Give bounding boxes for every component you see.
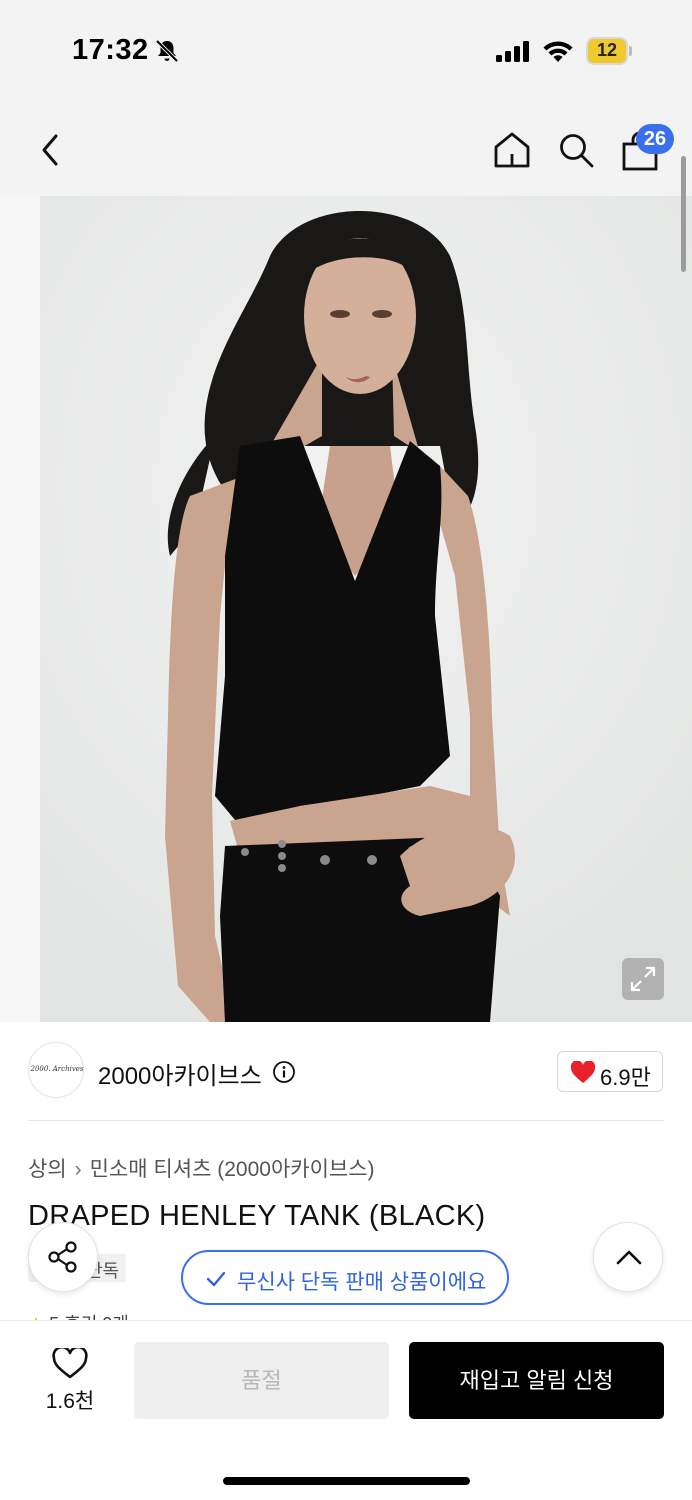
heart-outline-icon[interactable] [52, 1348, 88, 1380]
share-icon [48, 1241, 77, 1273]
soldout-button[interactable]: 품절 [134, 1342, 389, 1419]
home-indicator[interactable] [223, 1477, 470, 1485]
info-icon[interactable] [272, 1060, 296, 1084]
bottom-action-bar: 1.6천 품절 재입고 알림 신청 [0, 1320, 692, 1500]
exclusive-banner: 무신사 단독 판매 상품이에요 [181, 1250, 509, 1305]
expand-image-button[interactable] [622, 958, 664, 1000]
image-scrollbar[interactable] [681, 156, 686, 272]
bell-muted-icon [155, 39, 179, 63]
battery-level: 12 [596, 40, 618, 60]
wish-count: 1.6천 [45, 1390, 95, 1413]
heart-filled-icon [570, 1061, 596, 1083]
product-image[interactable] [0, 196, 692, 1022]
check-icon [206, 1271, 226, 1287]
breadcrumb-category[interactable]: 상의 [28, 1158, 67, 1181]
restock-alert-button[interactable]: 재입고 알림 신청 [409, 1342, 664, 1419]
brand-like-count: 6.9만 [600, 1065, 651, 1090]
status-bar: 17:32 12 [0, 0, 692, 100]
scroll-to-top-button[interactable] [593, 1222, 663, 1292]
exclusive-banner-text: 무신사 단독 판매 상품이에요 [237, 1271, 487, 1294]
top-nav: 26 [0, 100, 692, 196]
expand-icon [630, 966, 656, 992]
divider [28, 1120, 664, 1121]
brand-like-button[interactable]: 6.9만 [557, 1051, 663, 1092]
cellular-signal-icon [496, 41, 529, 62]
status-time: 17:32 [72, 34, 149, 66]
search-icon[interactable] [556, 130, 596, 170]
share-button[interactable] [28, 1222, 98, 1292]
brand-name[interactable]: 2000아카이브스 [98, 1056, 262, 1091]
back-arrow-icon[interactable] [34, 130, 66, 170]
battery-nub [629, 46, 632, 56]
breadcrumb-subcategory[interactable]: 민소매 티셔츠 (2000아카이브스) [90, 1158, 375, 1181]
chevron-right-icon: › [74, 1158, 82, 1181]
cart-count-badge: 26 [636, 124, 674, 154]
model-photo [0, 196, 692, 1022]
chevron-up-icon [616, 1250, 642, 1265]
brand-logo[interactable]: 2000. Archives [28, 1042, 84, 1098]
product-title: DRAPED HENLEY TANK (BLACK) [28, 1200, 486, 1232]
brand-logo-text: 2000. Archives [30, 1065, 84, 1073]
wifi-icon [543, 41, 573, 62]
battery-indicator: 12 [586, 37, 632, 65]
breadcrumb: 상의 › 민소매 티셔츠 (2000아카이브스) [28, 1153, 375, 1183]
home-icon[interactable] [492, 130, 532, 170]
